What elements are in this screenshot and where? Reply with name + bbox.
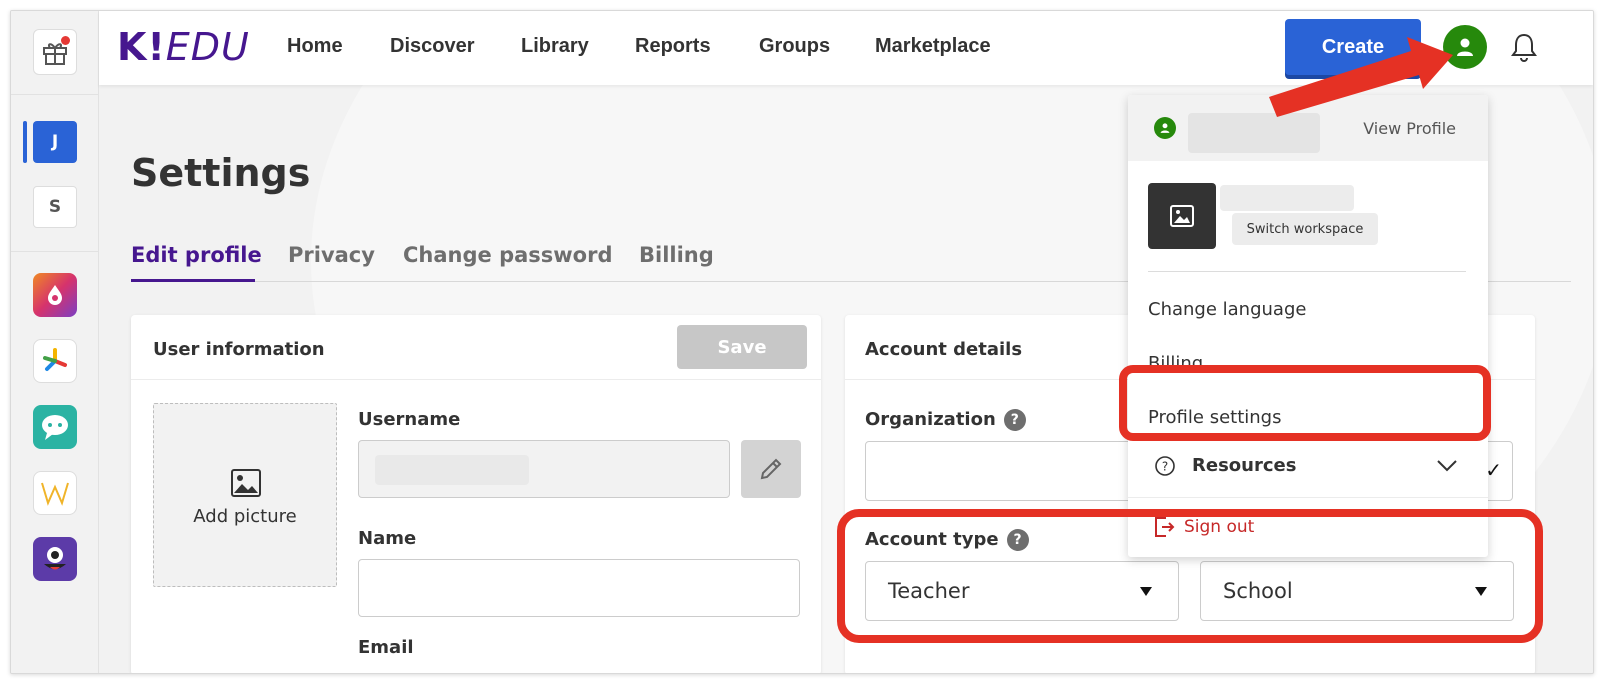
save-button[interactable]: Save [677,325,807,369]
nav-discover[interactable]: Discover [390,35,475,58]
profile-dropdown-menu: View Profile Switch workspace Change lan… [1128,95,1488,557]
chevron-down-icon [1437,460,1457,472]
workspace-rail: J S [11,11,99,673]
kedu-logo[interactable]: K!EDU [117,25,250,69]
nav-library[interactable]: Library [521,35,589,58]
w-app-icon[interactable] [33,471,77,515]
rail-divider [11,251,99,252]
page-title: Settings [131,151,311,195]
app-window: J S K!EDU Home Discover Library Reports … [10,10,1594,674]
nav-reports[interactable]: Reports [635,35,711,58]
account-type-highlight [837,509,1543,643]
tab-change-password[interactable]: Change password [403,243,613,267]
nav-groups[interactable]: Groups [759,35,830,58]
account-details-title: Account details [865,339,1023,360]
pencil-icon [760,458,782,480]
tab-billing[interactable]: Billing [639,243,714,267]
pinwheel-app-icon[interactable] [33,339,77,383]
menu-resources-label: Resources [1192,455,1297,476]
redacted-workspace-name [1220,185,1354,211]
tab-edit-profile[interactable]: Edit profile [131,243,262,267]
nav-home[interactable]: Home [287,35,343,58]
gift-icon[interactable] [33,29,77,75]
active-tab-indicator [131,279,255,282]
username-label: Username [358,409,461,430]
workspace-thumbnail [1148,183,1216,249]
image-icon [231,469,261,497]
user-avatar-icon [1154,117,1176,139]
username-field [358,440,730,498]
image-icon [1170,205,1194,227]
card-divider [131,379,821,380]
nav-marketplace[interactable]: Marketplace [875,35,991,58]
monster-app-icon[interactable] [33,537,77,581]
menu-resources[interactable]: ? Resources [1154,453,1458,479]
name-label: Name [358,528,417,549]
name-field[interactable] [358,559,800,617]
workspace-s[interactable]: S [33,186,77,228]
rail-top [11,11,99,95]
redacted-username [1188,113,1320,153]
logo-k: K! [117,25,166,69]
email-label: Email [358,637,414,658]
menu-change-language[interactable]: Change language [1148,299,1306,320]
help-icon[interactable]: ? [1003,409,1026,431]
help-circle-icon: ? [1155,456,1175,476]
workspace-j[interactable]: J [33,121,77,163]
drops-app-icon[interactable] [33,273,77,317]
edit-username-button[interactable] [741,440,801,498]
view-profile-link[interactable]: View Profile [1363,119,1456,138]
organization-label-text: Organization [865,409,996,430]
menu-divider [1148,271,1466,272]
user-information-card: User information Save Add picture Userna… [131,315,821,673]
notification-dot [61,36,70,45]
active-workspace-indicator [23,121,27,163]
tab-privacy[interactable]: Privacy [288,243,375,267]
add-picture-label: Add picture [193,506,297,527]
profile-settings-highlight [1119,365,1491,441]
redacted-username [375,455,529,485]
bell-icon[interactable] [1509,31,1539,63]
switch-workspace-button[interactable]: Switch workspace [1232,213,1378,245]
annotation-arrow [1269,37,1453,117]
chat-app-icon[interactable] [33,405,77,449]
svg-text:?: ? [1162,460,1168,474]
logo-edu: EDU [165,25,250,69]
add-picture-button[interactable]: Add picture [153,403,337,587]
menu-divider [1128,497,1488,498]
user-information-title: User information [153,339,325,360]
organization-label: Organization? [865,409,1026,431]
